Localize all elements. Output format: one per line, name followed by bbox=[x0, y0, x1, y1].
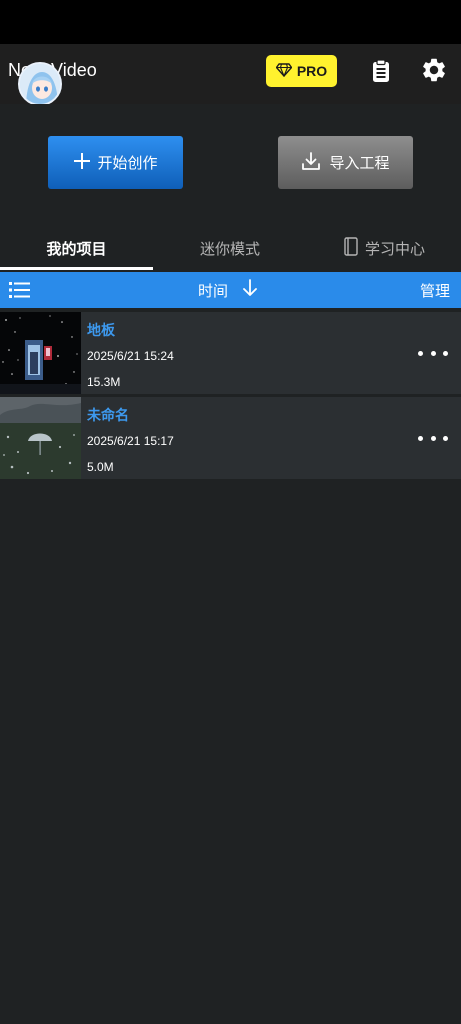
tab-learning-center-label: 学习中心 bbox=[364, 239, 425, 258]
download-icon bbox=[301, 151, 321, 175]
project-size: 5.0M bbox=[87, 460, 114, 474]
pro-label: PRO bbox=[296, 63, 328, 79]
gear-icon[interactable] bbox=[420, 56, 448, 84]
project-size: 15.3M bbox=[87, 375, 121, 389]
more-options-icon[interactable] bbox=[418, 346, 448, 360]
status-bar bbox=[0, 0, 461, 44]
dot bbox=[430, 350, 436, 356]
avatar[interactable] bbox=[18, 62, 62, 106]
dot bbox=[418, 350, 423, 356]
import-project-button[interactable]: 导入工程 bbox=[278, 136, 413, 189]
manage-button[interactable]: 管理 bbox=[420, 272, 450, 308]
tab-bar: 我的项目 迷你模式 学习中心 bbox=[0, 228, 461, 272]
manage-label: 管理 bbox=[419, 281, 450, 300]
clipboard-icon[interactable] bbox=[368, 58, 394, 84]
project-date: 2025/6/21 15:24 bbox=[87, 349, 174, 363]
more-options-icon[interactable] bbox=[418, 431, 448, 445]
start-create-button[interactable]: 开始创作 bbox=[48, 136, 183, 189]
app-header: No Video PRO bbox=[0, 44, 461, 106]
dot bbox=[443, 350, 448, 356]
project-date: 2025/6/21 15:17 bbox=[87, 434, 174, 448]
dot bbox=[443, 435, 448, 441]
tab-learning-center[interactable]: 学习中心 bbox=[307, 228, 461, 268]
arrow-down-icon bbox=[242, 279, 258, 301]
sort-bar: 时间 管理 bbox=[0, 272, 461, 308]
project-item[interactable]: 未命名 2025/6/21 15:17 5.0M bbox=[0, 397, 461, 479]
tab-my-projects-label: 我的项目 bbox=[46, 239, 107, 258]
pro-button[interactable]: PRO bbox=[266, 55, 337, 87]
active-tab-indicator bbox=[0, 267, 153, 270]
sort-label: 时间 bbox=[198, 281, 229, 300]
diamond-icon bbox=[275, 62, 293, 81]
project-item[interactable]: 地板 2025/6/21 15:24 15.3M bbox=[0, 312, 461, 394]
book-icon bbox=[343, 236, 359, 260]
start-create-label: 开始创作 bbox=[97, 154, 158, 172]
action-area: 开始创作 导入工程 bbox=[0, 104, 461, 228]
project-name: 未命名 bbox=[87, 408, 129, 424]
tab-mini-mode-label: 迷你模式 bbox=[199, 239, 260, 258]
import-project-label: 导入工程 bbox=[329, 154, 390, 172]
project-thumbnail bbox=[0, 397, 81, 479]
project-name: 地板 bbox=[87, 323, 115, 339]
sort-by-time-button[interactable]: 时间 bbox=[198, 272, 258, 308]
dot bbox=[418, 435, 423, 441]
tab-mini-mode[interactable]: 迷你模式 bbox=[153, 228, 307, 268]
project-thumbnail bbox=[0, 312, 81, 394]
list-icon[interactable] bbox=[9, 281, 31, 299]
plus-icon bbox=[73, 152, 91, 174]
tab-my-projects[interactable]: 我的项目 bbox=[0, 228, 153, 268]
dot bbox=[430, 435, 436, 441]
